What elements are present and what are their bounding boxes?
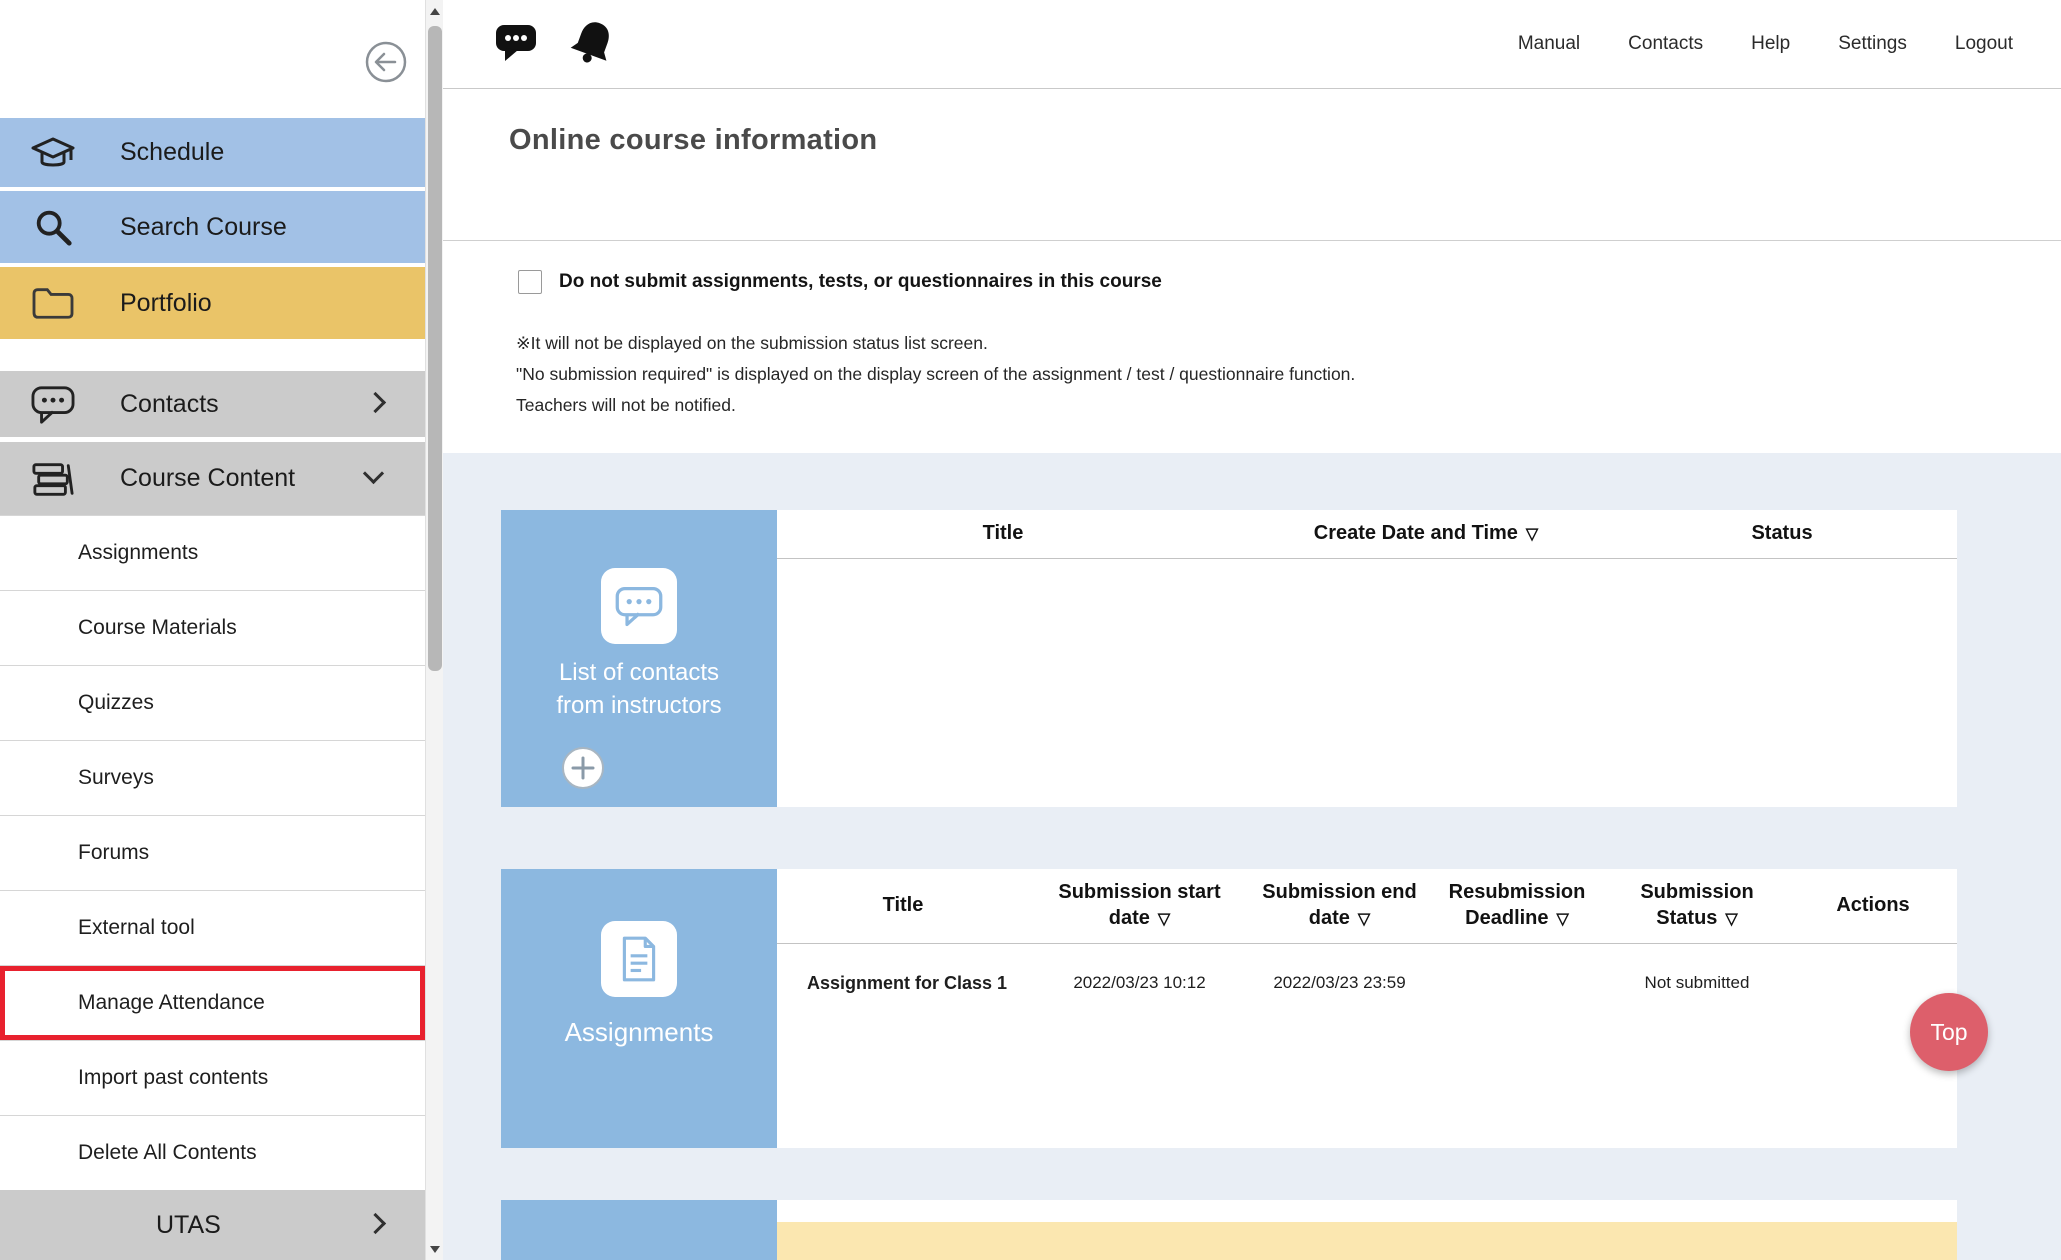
triangle-up-icon [430,8,440,15]
contacts-panel-label: List of contacts from instructors [501,656,777,722]
chevron-right-icon [365,1213,386,1234]
sidebar-item-import-past-contents[interactable]: Import past contents [0,1040,425,1115]
scroll-up-button[interactable] [426,0,444,22]
topbar-link-settings[interactable]: Settings [1838,33,1907,55]
search-icon [26,191,80,263]
next-section-table [777,1200,1957,1260]
page-title: Online course information [509,124,877,157]
cell-title[interactable]: Assignment for Class 1 [777,944,1037,1022]
lms-screen: Schedule Search Course Portfolio [0,0,2061,1260]
next-section-panel [501,1200,777,1260]
topbar-link-manual[interactable]: Manual [1518,33,1580,55]
sidebar-item-course-materials[interactable]: Course Materials [0,590,425,665]
cell-resubmission-deadline [1437,944,1597,1022]
sort-icon: ▽ [1725,911,1737,928]
sidebar-item-course-content[interactable]: Course Content [0,442,425,515]
assignments-panel-label: Assignments [501,1017,777,1048]
speech-bubble-icon [26,371,80,437]
sort-icon: ▽ [1526,526,1538,543]
note-line: ※It will not be displayed on the submiss… [516,328,1355,359]
folder-icon [26,267,80,339]
contacts-table: Title Create Date and Time▽ Status [777,510,1957,807]
plus-icon [561,778,605,793]
assignments-table-header: Title Submission start date▽ Submission … [777,869,1957,944]
topbar-link-contacts[interactable]: Contacts [1628,33,1703,55]
sidebar-item-delete-all-contents[interactable]: Delete All Contents [0,1115,425,1190]
sidebar-item-utas[interactable]: UTAS [0,1190,425,1260]
course-option-section: Do not submit assignments, tests, or que… [443,242,2061,453]
sidebar-item-search-course[interactable]: Search Course [0,191,425,263]
column-header-title[interactable]: Title [777,510,1237,558]
scroll-down-button[interactable] [426,1238,444,1260]
topbar: Manual Contacts Help Settings Logout [443,0,2061,89]
chat-bubble-icon [601,568,677,644]
note-line: "No submission required" is displayed on… [516,359,1355,390]
assignments-card: Assignments Title Submission start date▽… [501,869,1957,1148]
title-row: Online course information [443,90,2061,241]
contacts-card: List of contacts from instructors [501,510,1957,807]
sidebar-item-assignments[interactable]: Assignments [0,515,425,590]
column-header-actions[interactable]: Actions [1797,869,1957,943]
column-header-create-date[interactable]: Create Date and Time▽ [1237,510,1615,558]
sidebar-scrollbar[interactable] [425,0,443,1260]
cell-submission-end: 2022/03/23 23:59 [1242,944,1437,1022]
sidebar: Schedule Search Course Portfolio [0,0,443,1260]
table-row[interactable]: Assignment for Class 1 2022/03/23 10:12 … [777,944,1957,1022]
column-header-resubmission-deadline[interactable]: Resubmission Deadline▽ [1437,869,1597,943]
chevron-down-icon [363,462,384,483]
assignments-table: Title Submission start date▽ Submission … [777,869,1957,1148]
topbar-link-logout[interactable]: Logout [1955,33,2013,55]
sidebar-item-portfolio[interactable]: Portfolio [0,267,425,339]
assignments-panel: Assignments [501,869,777,1148]
no-submit-label: Do not submit assignments, tests, or que… [559,271,1162,293]
sort-icon: ▽ [1158,911,1170,928]
sidebar-item-quizzes[interactable]: Quizzes [0,665,425,740]
column-header-submission-status[interactable]: Submission Status▽ [1597,869,1797,943]
assignments-table-body: Assignment for Class 1 2022/03/23 10:12 … [777,944,1957,1148]
cell-submission-start: 2022/03/23 10:12 [1037,944,1242,1022]
column-header-title[interactable]: Title [777,869,1037,943]
sidebar-item-external-tool[interactable]: External tool [0,890,425,965]
sidebar-item-contacts[interactable]: Contacts [0,371,425,437]
sidebar-item-schedule[interactable]: Schedule [0,118,425,187]
chevron-right-icon [365,392,386,413]
contacts-table-body [777,559,1957,807]
triangle-down-icon [430,1246,440,1253]
next-section-header [777,1200,1957,1222]
collapse-sidebar-button[interactable] [364,40,408,84]
scrollbar-thumb[interactable] [428,26,442,671]
highlighted-row[interactable] [777,1222,1957,1260]
no-submit-checkbox[interactable] [518,270,542,294]
option-notes: ※It will not be displayed on the submiss… [516,328,1355,421]
document-icon [601,921,677,997]
column-header-submission-end[interactable]: Submission end date▽ [1242,869,1437,943]
column-header-submission-start[interactable]: Submission start date▽ [1037,869,1242,943]
contacts-panel: List of contacts from instructors [501,510,777,807]
topbar-link-help[interactable]: Help [1751,33,1790,55]
course-content-icon [26,442,80,515]
back-arrow-icon [364,72,408,87]
main-area: Manual Contacts Help Settings Logout Onl… [443,0,2061,1260]
contacts-table-header: Title Create Date and Time▽ Status [777,510,1957,559]
sidebar-item-forums[interactable]: Forums [0,815,425,890]
graduation-cap-icon [26,118,80,187]
sort-icon: ▽ [1358,911,1370,928]
sidebar-item-surveys[interactable]: Surveys [0,740,425,815]
sort-icon: ▽ [1557,911,1569,928]
chat-icon[interactable] [495,22,541,67]
note-line: Teachers will not be notified. [516,390,1355,421]
next-section-card [501,1200,1957,1260]
cell-submission-status: Not submitted [1597,944,1797,1022]
bell-icon[interactable] [567,18,619,71]
column-header-status[interactable]: Status [1615,510,1957,558]
add-contact-button[interactable] [561,746,605,790]
top-button[interactable]: Top [1910,993,1988,1071]
sidebar-item-manage-attendance[interactable]: Manage Attendance [0,965,425,1040]
topbar-nav: Manual Contacts Help Settings Logout [1518,33,2061,55]
